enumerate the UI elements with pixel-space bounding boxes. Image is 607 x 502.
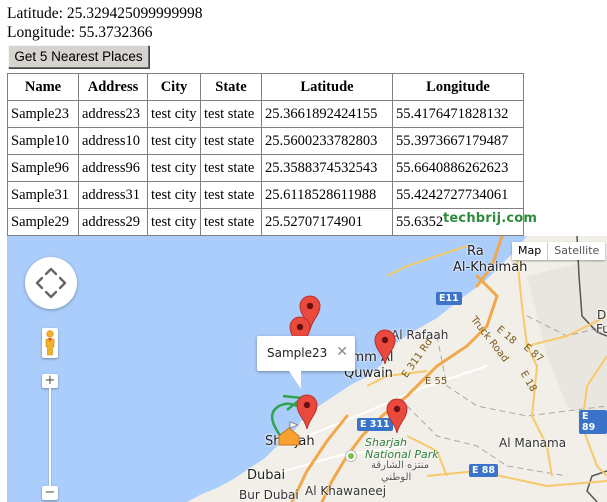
map-type-map-button[interactable]: Map [512,242,549,260]
cell-address: address23 [79,101,148,128]
map-label-al-rafaah: Al Rafaah [391,328,449,342]
cell-state: test state [201,101,262,128]
cell-city: test city [148,128,201,155]
table-row: Sample10 address10 test city test state … [8,128,524,155]
cell-city: test city [148,101,201,128]
watermark: techbrij.com [443,211,538,226]
cell-latitude: 25.52707174901 [262,209,393,236]
road-shield-e89: E 89 [579,410,607,434]
map-label-dibba-2: Fu [596,322,607,336]
info-window-title: Sample23 [267,346,328,360]
map-type-control: Map Satellite [512,242,606,260]
map-label-sharjah-park-ar1: منتزه الشارقة [371,460,430,471]
cell-state: test state [201,182,262,209]
latitude-value: 25.329425099999998 [66,5,203,22]
map-label-sharjah-park-ar2: الوطني [381,472,412,483]
header-longitude: Longitude [393,74,524,101]
pan-down-icon[interactable] [44,290,58,299]
map-marker[interactable] [374,329,396,365]
close-icon[interactable]: ✕ [336,344,348,360]
map-label-dubai: Dubai [247,468,286,483]
table-row: Sample31 address31 test city test state … [8,182,524,209]
table-row: Sample96 address96 test city test state … [8,155,524,182]
cell-city: test city [148,155,201,182]
cell-name: Sample31 [8,182,79,209]
road-shield-e11: E11 [436,292,462,305]
cell-city: test city [148,209,201,236]
cell-name: Sample10 [8,128,79,155]
header-name: Name [8,74,79,101]
map-label-al-khawaneej: Al Khawaneej [305,484,387,498]
pan-left-icon[interactable] [35,276,44,290]
pegman-icon [45,330,55,356]
header-state: State [201,74,262,101]
cell-address: address31 [79,182,148,209]
latitude-label: Latitude: [7,5,63,22]
cell-city: test city [148,182,201,209]
pan-right-icon[interactable] [58,276,67,290]
cell-latitude: 25.6118528611988 [262,182,393,209]
map-label-al-khaimah: Al-Khaimah [453,260,528,275]
park-icon [345,450,357,462]
road-label-e55: E 55 [425,376,448,387]
table-row: Sample23 address23 test city test state … [8,101,524,128]
cell-name: Sample23 [8,101,79,128]
cell-address: address10 [79,128,148,155]
longitude-readout: Longitude: 55.3732366 [7,24,153,42]
cell-name: Sample29 [8,209,79,236]
street-view-pegman[interactable] [42,328,58,358]
cell-address: address29 [79,209,148,236]
home-location-icon[interactable] [277,420,301,446]
header-address: Address [79,74,148,101]
zoom-slider-track[interactable] [49,388,51,486]
cell-longitude: 55.3973667179487 [393,128,524,155]
cell-latitude: 25.5600233782803 [262,128,393,155]
latitude-readout: Latitude: 25.329425099999998 [7,5,202,23]
google-map[interactable]: Ra Al-Khaimah Al Rafaah Umm Al Quwain Sh… [7,236,607,502]
info-window-tail [289,371,301,389]
cell-address: address96 [79,155,148,182]
longitude-label: Longitude: [7,24,76,41]
map-label-dibba-1: Di [597,308,607,322]
cell-longitude: 55.4242727734061 [393,182,524,209]
zoom-in-button[interactable]: + [42,374,58,388]
map-label-bur-dubai: Bur Dubai [239,488,299,502]
cell-name: Sample96 [8,155,79,182]
cell-longitude: 55.4176471828132 [393,101,524,128]
map-label-ras: Ra [467,244,484,259]
cell-state: test state [201,128,262,155]
map-type-satellite-button[interactable]: Satellite [548,242,605,260]
info-window: Sample23 ✕ [257,336,355,371]
cell-state: test state [201,209,262,236]
get-nearest-places-button[interactable]: Get 5 Nearest Places [8,45,149,68]
longitude-value: 55.3732366 [78,24,153,41]
road-shield-e88: E 88 [469,464,499,477]
header-city: City [148,74,201,101]
header-latitude: Latitude [262,74,393,101]
cell-latitude: 25.3588374532543 [262,155,393,182]
cell-state: test state [201,155,262,182]
pan-control[interactable] [25,257,77,309]
cell-latitude: 25.3661892424155 [262,101,393,128]
map-marker[interactable] [386,398,408,434]
pan-up-icon[interactable] [44,267,58,276]
cell-longitude: 55.6640886262623 [393,155,524,182]
table-header-row: Name Address City State Latitude Longitu… [8,74,524,101]
map-label-al-manama: Al Manama [499,436,567,450]
zoom-out-button[interactable]: − [42,486,58,500]
